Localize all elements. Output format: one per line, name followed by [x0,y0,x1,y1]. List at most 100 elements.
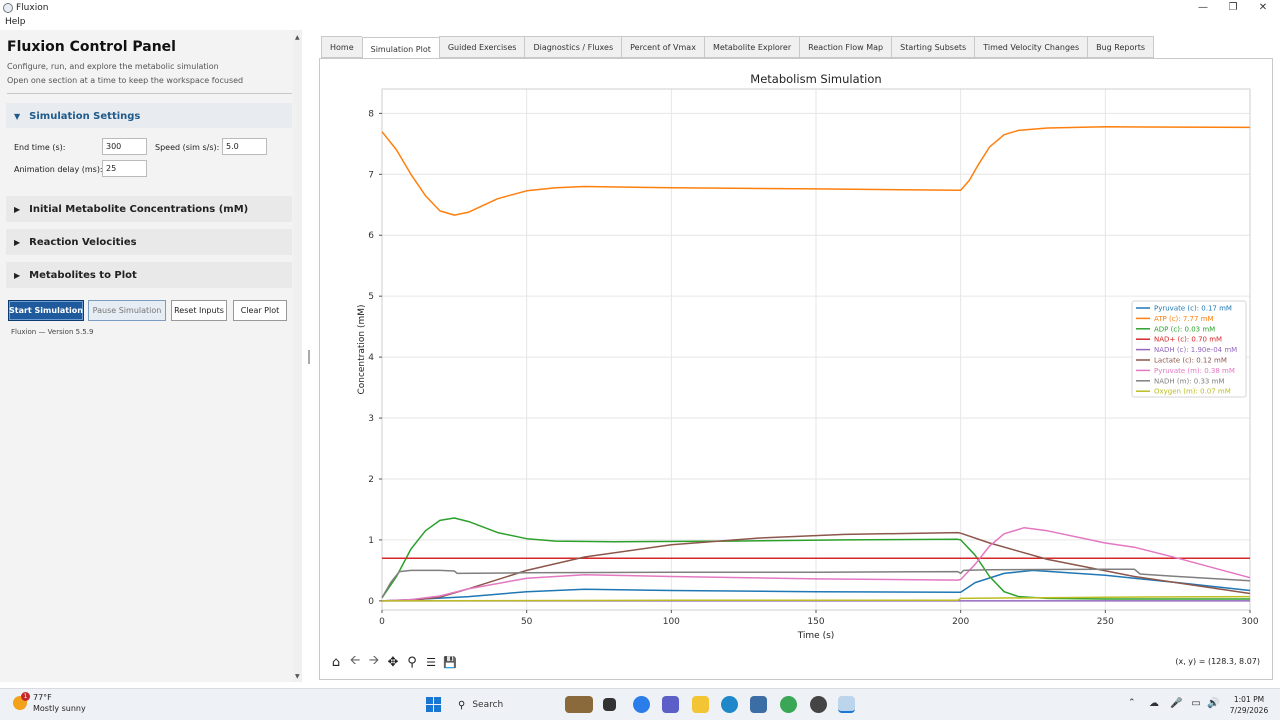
section-label: Simulation Settings [29,110,141,122]
expanded-triangle-icon: ▼ [14,111,21,121]
metabolism-chart[interactable]: 0 50 100 150 200 250 300 0 1 2 3 4 5 6 7 8 Metabolism Si… [320,59,1272,649]
tab-starting-subsets[interactable]: Starting Subsets [891,36,975,58]
x-tick-label: 200 [952,617,969,627]
search-icon: ⚲ [458,699,466,711]
home-icon[interactable]: ⌂ [327,653,345,671]
section-metabolites-to-plot[interactable]: ▶ Metabolites to Plot [6,262,292,288]
scroll-up-icon[interactable]: ▲ [295,34,300,41]
widget-app-icon[interactable] [565,696,593,713]
y-tick-label: 6 [368,231,374,241]
file-explorer-icon[interactable] [692,696,709,713]
panel-scrollbar[interactable] [293,30,302,682]
y-tick-label: 5 [368,292,374,302]
divider [7,93,292,94]
cloud-icon[interactable]: ☁ [1148,698,1160,710]
collapsed-triangle-icon: ▶ [14,270,21,280]
y-tick-label: 7 [368,170,374,180]
section-initial-concentrations[interactable]: ▶ Initial Metabolite Concentrations (mM) [6,196,292,222]
simulation-settings-body: End time (s): 300 Speed (sim s/s): 5.0 A… [6,128,292,186]
weather-temperature[interactable]: 77°F [33,693,52,702]
app-icon-dark[interactable] [810,696,827,713]
y-tick-label: 3 [368,414,374,424]
chrome-icon[interactable] [780,696,797,713]
y-axis-label: Concentration (mM) [357,304,367,394]
close-button[interactable]: ✕ [1248,0,1278,15]
y-tick-label: 4 [368,353,374,363]
start-button-icon[interactable] [426,697,441,712]
pan-icon[interactable]: ✥ [384,653,402,671]
minimize-button[interactable]: — [1188,0,1218,15]
reset-inputs-button[interactable]: Reset Inputs [171,300,227,321]
legend-entry: Pyruvate (m): 0.38 mM [1154,367,1235,375]
zoom-icon[interactable]: ⚲ [403,653,421,671]
scroll-down-icon[interactable]: ▼ [295,673,300,680]
taskbar-search[interactable]: ⚲ Search [450,694,560,716]
tab-percent-of-vmax[interactable]: Percent of Vmax [621,36,704,58]
pane-splitter[interactable] [308,350,310,364]
collapsed-triangle-icon: ▶ [14,237,21,247]
menu-bar: Help [0,15,1280,29]
pause-simulation-button[interactable]: Pause Simulation [88,300,166,321]
tab-guided-exercises[interactable]: Guided Exercises [438,36,525,58]
section-simulation-settings[interactable]: ▼ Simulation Settings [6,103,292,129]
task-view-icon[interactable] [603,698,616,711]
section-reaction-velocities[interactable]: ▶ Reaction Velocities [6,229,292,255]
copilot-icon[interactable] [633,696,650,713]
start-simulation-button[interactable]: Start Simulation [8,300,84,321]
animation-delay-input[interactable]: 25 [102,160,147,177]
window-title: Fluxion [16,2,49,13]
y-tick-label: 0 [368,597,374,607]
menu-help[interactable]: Help [5,17,26,27]
x-tick-label: 100 [663,617,680,627]
taskbar: 1 77°F Mostly sunny ⚲ Search ⌃ ☁ 🎤 ▭ 🔊 1… [0,688,1280,720]
tab-timed-velocity-changes[interactable]: Timed Velocity Changes [974,36,1088,58]
teams-icon[interactable] [662,696,679,713]
speed-label: Speed (sim s/s): [155,143,220,152]
animation-delay-label: Animation delay (ms): [14,165,103,174]
configure-subplots-icon[interactable]: ☰ [422,653,440,671]
x-tick-label: 250 [1097,617,1114,627]
collapsed-triangle-icon: ▶ [14,204,21,214]
legend-entry: NADH (c): 1.90e-04 mM [1154,346,1237,354]
clock[interactable]: 1:01 PM 7/29/2026 [1224,694,1274,716]
edge-icon[interactable] [721,696,738,713]
clock-time: 1:01 PM [1233,695,1265,704]
tab-diagnostics-fluxes[interactable]: Diagnostics / Fluxes [524,36,622,58]
plot-frame: 0 50 100 150 200 250 300 0 1 2 3 4 5 6 7 8 Metabolism Si… [319,58,1273,680]
tab-bug-reports[interactable]: Bug Reports [1087,36,1154,58]
end-time-input[interactable]: 300 [102,138,147,155]
legend-entry: Lactate (c): 0.12 mM [1154,357,1227,365]
panel-hint: Open one section at a time to keep the w… [7,76,244,85]
fluxion-taskbar-icon[interactable] [838,696,855,713]
back-arrow-icon[interactable]: 🡨 [346,653,364,671]
plot-toolbar: ⌂ 🡨 🡪 ✥ ⚲ ☰ 💾 [327,653,460,671]
legend-entry: ADP (c): 0.03 mM [1154,325,1215,333]
microphone-icon[interactable]: 🎤 [1170,698,1182,710]
clear-plot-button[interactable]: Clear Plot [233,300,287,321]
tab-metabolite-explorer[interactable]: Metabolite Explorer [703,36,800,58]
speaker-icon[interactable]: 🔊 [1207,698,1219,710]
legend-entry: NADH (m): 0.33 mM [1154,377,1224,385]
section-label: Metabolites to Plot [29,269,137,281]
save-icon[interactable]: 💾 [441,653,459,671]
store-icon[interactable] [750,696,767,713]
maximize-button[interactable]: ❐ [1218,0,1248,15]
tab-home[interactable]: Home [321,36,362,58]
weather-description[interactable]: Mostly sunny [33,704,86,713]
chevron-up-icon[interactable]: ⌃ [1128,698,1136,708]
panel-subtitle: Configure, run, and explore the metaboli… [7,62,219,71]
x-tick-label: 150 [807,617,824,627]
legend-entry: ATP (c): 7.77 mM [1154,315,1214,323]
tab-reaction-flow-map[interactable]: Reaction Flow Map [799,36,892,58]
x-axis-label: Time (s) [797,631,835,641]
panel-title: Fluxion Control Panel [7,39,176,55]
end-time-label: End time (s): [14,143,66,152]
legend-entry: Oxygen (m): 0.07 mM [1154,388,1231,396]
app-icon [3,2,13,13]
y-tick-label: 2 [368,475,374,485]
section-label: Initial Metabolite Concentrations (mM) [29,203,249,215]
chart-title: Metabolism Simulation [750,72,881,86]
speed-input[interactable]: 5.0 [222,138,267,155]
display-icon[interactable]: ▭ [1190,698,1202,710]
forward-arrow-icon[interactable]: 🡪 [365,653,383,671]
